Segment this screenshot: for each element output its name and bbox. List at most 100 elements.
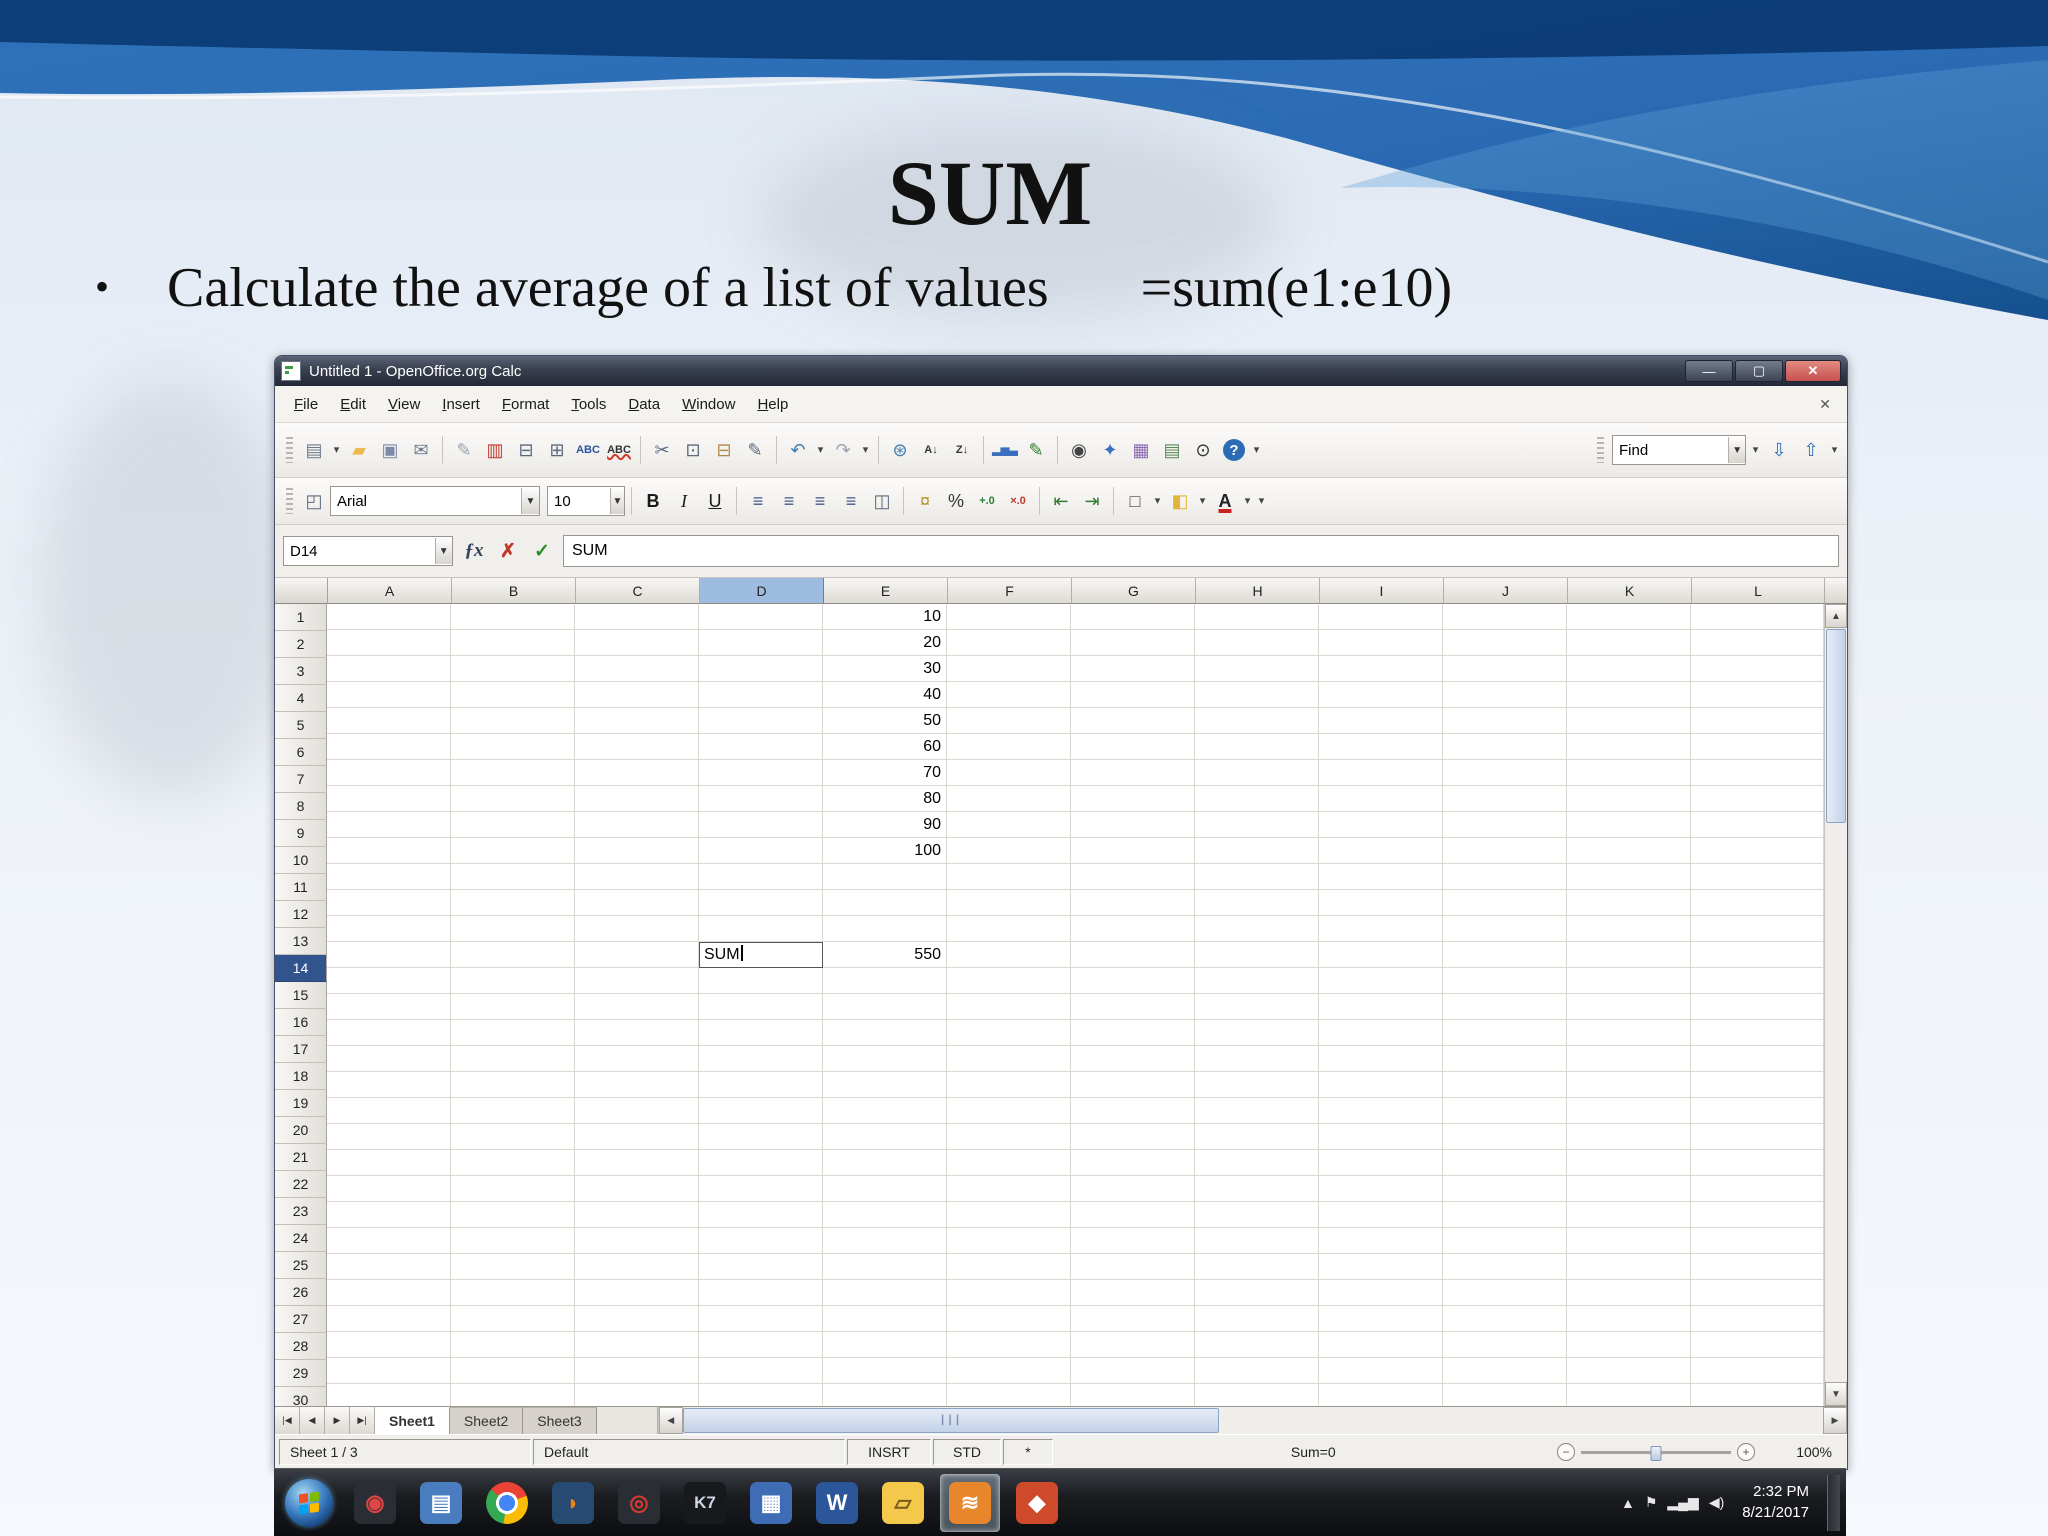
align-right-icon[interactable]: ≡: [805, 486, 835, 516]
cell-L23[interactable]: [1691, 1176, 1824, 1202]
cell-J26[interactable]: [1443, 1254, 1567, 1280]
close-button[interactable]: ✕: [1785, 360, 1841, 382]
cell-E11[interactable]: [823, 864, 947, 890]
cell-A26[interactable]: [327, 1254, 451, 1280]
hidden-icons-arrow[interactable]: ▲: [1621, 1495, 1635, 1511]
cell-D2[interactable]: [699, 630, 823, 656]
cell-J5[interactable]: [1443, 708, 1567, 734]
action-center-icon[interactable]: ⚑: [1645, 1494, 1658, 1511]
cell-J31[interactable]: [1443, 1384, 1567, 1406]
cell-L31[interactable]: [1691, 1384, 1824, 1406]
cell-H29[interactable]: [1195, 1332, 1319, 1358]
cell-J15[interactable]: [1443, 968, 1567, 994]
cell-L18[interactable]: [1691, 1046, 1824, 1072]
cell-J1[interactable]: [1443, 604, 1567, 630]
cell-L17[interactable]: [1691, 1020, 1824, 1046]
cell-K28[interactable]: [1567, 1306, 1691, 1332]
row-header-7[interactable]: 7: [275, 766, 327, 793]
cell-C16[interactable]: [575, 994, 699, 1020]
cell-G16[interactable]: [1071, 994, 1195, 1020]
firefox-icon[interactable]: ◗: [544, 1475, 602, 1531]
cell-F7[interactable]: [947, 760, 1071, 786]
email-icon[interactable]: ✉: [406, 435, 436, 465]
accept-icon[interactable]: ✓: [527, 536, 557, 566]
cell-L22[interactable]: [1691, 1150, 1824, 1176]
add-decimal-icon[interactable]: +.0: [972, 486, 1002, 516]
cell-B3[interactable]: [451, 656, 575, 682]
cell-E17[interactable]: [823, 1020, 947, 1046]
currency-format-icon[interactable]: ¤: [910, 486, 940, 516]
cell-D8[interactable]: [699, 786, 823, 812]
cell-A13[interactable]: [327, 916, 451, 942]
cell-F29[interactable]: [947, 1332, 1071, 1358]
cell-H2[interactable]: [1195, 630, 1319, 656]
cell-H11[interactable]: [1195, 864, 1319, 890]
cell-K16[interactable]: [1567, 994, 1691, 1020]
cell-F9[interactable]: [947, 812, 1071, 838]
cell-E13[interactable]: [823, 916, 947, 942]
media-player-icon[interactable]: ◉: [346, 1475, 404, 1531]
cell-E4[interactable]: 40: [823, 682, 947, 708]
cell-K20[interactable]: [1567, 1098, 1691, 1124]
cell-G6[interactable]: [1071, 734, 1195, 760]
cell-J9[interactable]: [1443, 812, 1567, 838]
cell-A31[interactable]: [327, 1384, 451, 1406]
cell-H30[interactable]: [1195, 1358, 1319, 1384]
cell-I25[interactable]: [1319, 1228, 1443, 1254]
cell-C13[interactable]: [575, 916, 699, 942]
cell-H4[interactable]: [1195, 682, 1319, 708]
cell-D26[interactable]: [699, 1254, 823, 1280]
cell-A18[interactable]: [327, 1046, 451, 1072]
cell-I18[interactable]: [1319, 1046, 1443, 1072]
cell-A1[interactable]: [327, 604, 451, 630]
cell-C3[interactable]: [575, 656, 699, 682]
cell-E8[interactable]: 80: [823, 786, 947, 812]
cell-E1[interactable]: 10: [823, 604, 947, 630]
cell-H16[interactable]: [1195, 994, 1319, 1020]
cell-D17[interactable]: [699, 1020, 823, 1046]
row-header-18[interactable]: 18: [275, 1063, 327, 1090]
cell-H10[interactable]: [1195, 838, 1319, 864]
cell-I10[interactable]: [1319, 838, 1443, 864]
cell-A20[interactable]: [327, 1098, 451, 1124]
cell-A14[interactable]: [327, 942, 451, 968]
cell-D13[interactable]: [699, 916, 823, 942]
cell-B5[interactable]: [451, 708, 575, 734]
cell-D22[interactable]: [699, 1150, 823, 1176]
cell-B19[interactable]: [451, 1072, 575, 1098]
name-box-arrow[interactable]: ▼: [434, 538, 452, 564]
first-sheet-button[interactable]: |◀: [275, 1407, 300, 1434]
cell-K11[interactable]: [1567, 864, 1691, 890]
row-header-6[interactable]: 6: [275, 739, 327, 766]
cell-G22[interactable]: [1071, 1150, 1195, 1176]
cell-G15[interactable]: [1071, 968, 1195, 994]
zoom-slider-thumb[interactable]: [1650, 1445, 1662, 1461]
cell-I16[interactable]: [1319, 994, 1443, 1020]
cell-E25[interactable]: [823, 1228, 947, 1254]
cell-H15[interactable]: [1195, 968, 1319, 994]
cell-K21[interactable]: [1567, 1124, 1691, 1150]
menu-tools[interactable]: Tools: [560, 392, 617, 417]
cell-C26[interactable]: [575, 1254, 699, 1280]
draw-functions-icon[interactable]: ✎: [1021, 435, 1051, 465]
cell-F27[interactable]: [947, 1280, 1071, 1306]
cell-A10[interactable]: [327, 838, 451, 864]
cell-F6[interactable]: [947, 734, 1071, 760]
title-bar[interactable]: Untitled 1 - OpenOffice.org Calc — ▢ ✕: [275, 356, 1847, 386]
cell-G2[interactable]: [1071, 630, 1195, 656]
vertical-scrollbar-track[interactable]: [1825, 824, 1847, 1382]
cell-D3[interactable]: [699, 656, 823, 682]
cell-C4[interactable]: [575, 682, 699, 708]
cell-G8[interactable]: [1071, 786, 1195, 812]
cell-A22[interactable]: [327, 1150, 451, 1176]
function-wizard-icon[interactable]: ƒx: [459, 536, 489, 566]
cell-H26[interactable]: [1195, 1254, 1319, 1280]
cell-A8[interactable]: [327, 786, 451, 812]
cell-E5[interactable]: 50: [823, 708, 947, 734]
cell-E22[interactable]: [823, 1150, 947, 1176]
toolbar-grip[interactable]: [286, 437, 293, 463]
cell-F31[interactable]: [947, 1384, 1071, 1406]
cell-E10[interactable]: 100: [823, 838, 947, 864]
cell-B29[interactable]: [451, 1332, 575, 1358]
row-header-5[interactable]: 5: [275, 712, 327, 739]
